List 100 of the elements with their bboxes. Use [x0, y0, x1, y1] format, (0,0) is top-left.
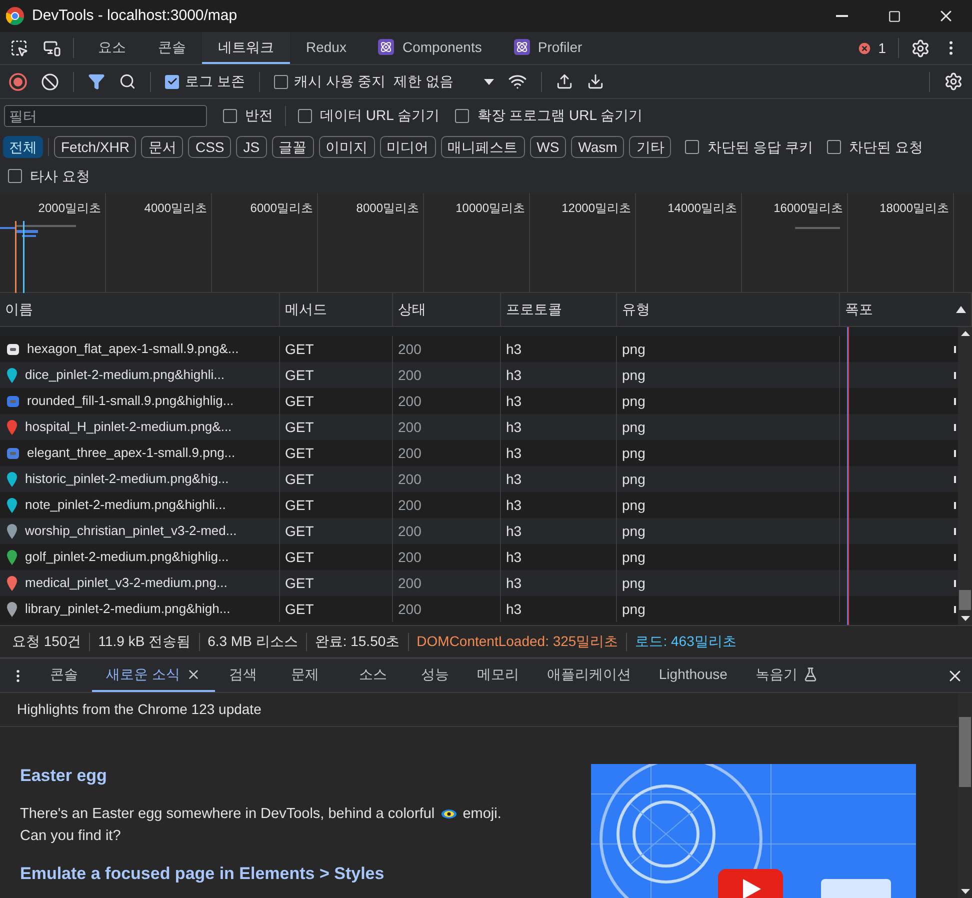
drawer-tab[interactable]: 콘솔 [36, 659, 92, 692]
table-cell-text: GET [285, 574, 314, 592]
panel-tab[interactable]: 요소 [82, 32, 142, 64]
inspect-element-icon[interactable] [9, 38, 29, 58]
type-filter-chip[interactable]: JS [236, 136, 267, 158]
checkbox[interactable] [827, 140, 842, 154]
scroll-down-icon[interactable] [960, 889, 970, 894]
checkbox[interactable] [223, 108, 237, 122]
table-cell-text: h3 [506, 548, 522, 566]
request-row[interactable]: historic_pinlet-2-medium.png&hig... GET 200 h3 png [0, 466, 958, 492]
record-icon[interactable] [9, 72, 27, 90]
checkbox[interactable] [455, 108, 470, 122]
column-header[interactable]: 메서드 [280, 293, 393, 326]
type-filter-chip[interactable]: WS [530, 136, 566, 158]
request-row[interactable]: golf_pinlet-2-medium.png&highlig... GET 200 h3 png [0, 544, 958, 570]
table-cell-text: png [622, 366, 646, 385]
request-row[interactable]: rounded_fill-1-small.9.png&highlig... GET 200 h3 png [0, 388, 958, 414]
column-header[interactable]: 유형 [617, 293, 840, 326]
paragraph-text: emoji. [462, 806, 502, 822]
scroll-up-icon[interactable] [960, 331, 970, 336]
drawer-tab[interactable]: 소스 [338, 659, 407, 692]
table-cell-text: h3 [506, 470, 522, 488]
request-row[interactable]: medical_pinlet_v3-2-medium.png... GET 200 h3 png [0, 570, 958, 596]
scrollbar-thumb[interactable] [959, 590, 971, 610]
type-filter-chip[interactable]: 전체 [3, 136, 43, 158]
upload-icon[interactable] [556, 73, 573, 90]
network-conditions-icon[interactable] [508, 72, 527, 91]
scroll-down-icon[interactable] [960, 616, 970, 621]
type-filter-chip[interactable]: 문서 [141, 136, 184, 158]
panel-tab[interactable]: Profiler [498, 32, 598, 64]
timeline-tick-label: 14000밀리초 [668, 200, 737, 215]
settings-icon[interactable] [944, 72, 963, 91]
type-filter-chip[interactable]: CSS [188, 136, 232, 158]
drawer-tab[interactable]: 녹음기 [741, 659, 832, 692]
drawer-tab[interactable]: 성능 [406, 659, 463, 692]
checkbox-label: 캐시 사용 중지 [294, 72, 386, 91]
type-filter-chip[interactable]: 기타 [629, 136, 672, 158]
panel-tab[interactable]: Components [362, 32, 498, 64]
scrollbar-thumb[interactable] [959, 717, 971, 787]
type-filter-chip[interactable]: Wasm [571, 136, 624, 158]
checkbox[interactable] [8, 169, 22, 183]
table-cell-text: h3 [506, 574, 522, 592]
type-filter-chip[interactable]: 글꼴 [272, 136, 314, 158]
atom-icon [378, 39, 394, 55]
search-icon[interactable] [119, 73, 136, 90]
table-cell-text: GET [285, 444, 314, 462]
table-cell-text: png [622, 392, 646, 411]
request-row[interactable]: library_pinlet-2-medium.png&high... GET 200 h3 png [0, 596, 958, 622]
type-filter-chip[interactable]: 미디어 [380, 136, 436, 158]
timeline-overview[interactable]: 2000밀리초 4000밀리초 6000밀리초 8000밀리초 10000밀리초 12000밀리초 14000밀리초 16000밀리초 18000밀리초 [0, 193, 972, 293]
column-header[interactable]: 프로토콜 [501, 293, 617, 326]
table-cell-text: historic_pinlet-2-medium.png&hig... [25, 470, 229, 488]
checkbox[interactable] [298, 108, 312, 122]
column-header[interactable]: 상태 [393, 293, 501, 326]
drawer-tab[interactable]: 문제 [270, 659, 339, 692]
scrollbar[interactable] [958, 327, 972, 625]
table-cell-text: worship_christian_pinlet_v3-2-med... [25, 522, 237, 540]
paragraph-text: Can you find it? [20, 828, 121, 844]
request-row[interactable]: note_pinlet-2-medium.png&highli... GET 200 h3 png [0, 492, 958, 518]
type-filter-chip[interactable]: 매니페스트 [440, 136, 525, 158]
column-header[interactable]: 이름 [0, 293, 280, 326]
checkbox[interactable] [685, 140, 700, 154]
checkbox-label: 차단된 요청 [849, 138, 923, 156]
clear-icon[interactable] [41, 72, 59, 90]
check-icon [166, 76, 178, 87]
request-row[interactable]: worship_christian_pinlet_v3-2-med... GET 200 h3 png [0, 518, 958, 544]
settings-icon[interactable] [911, 38, 930, 58]
caret-icon [484, 78, 494, 84]
table-cell-text: png [622, 444, 646, 463]
table-cell-text: GET [285, 340, 314, 358]
table-cell-text: medical_pinlet_v3-2-medium.png... [25, 574, 228, 592]
type-filter-chip[interactable]: Fetch/XHR [54, 136, 136, 158]
table-cell-text: 200 [398, 470, 422, 488]
status-text: DOMContentLoaded: 325밀리초 [416, 632, 620, 651]
panel-tab[interactable]: 콘솔 [142, 32, 202, 64]
drawer-tab[interactable]: Lighthouse [644, 659, 742, 692]
table-cell-text: 200 [398, 418, 422, 436]
timeline-tick-label: 18000밀리초 [880, 200, 949, 215]
throttling-dropdown[interactable]: 제한 없음 [394, 71, 494, 92]
column-header[interactable]: 폭포 [840, 293, 972, 326]
request-row[interactable]: hexagon_flat_apex-1-small.9.png&... GET 200 h3 png [0, 336, 958, 362]
filter-icon[interactable] [88, 73, 105, 90]
checkbox[interactable] [274, 74, 288, 88]
type-filter-chip[interactable]: 이미지 [318, 136, 375, 158]
request-row[interactable]: hospital_H_pinlet-2-medium.png&... GET 200 h3 png [0, 414, 958, 440]
panel-tab[interactable]: Redux [290, 32, 362, 64]
scrollbar[interactable] [958, 693, 972, 898]
panel-tab[interactable]: 네트워크 [202, 32, 290, 64]
filter-field[interactable]: 필터 [4, 104, 207, 126]
drawer-tab[interactable]: 메모리 [462, 659, 533, 692]
error-count[interactable]: 1 [878, 38, 886, 58]
download-icon[interactable] [586, 73, 604, 90]
request-row[interactable]: elegant_three_apex-1-small.9.png... GET 200 h3 png [0, 440, 958, 466]
status-text: 로드: 463밀리초 [634, 632, 738, 651]
checkbox[interactable] [165, 74, 179, 88]
drawer-tab[interactable]: 애플리케이션 [532, 659, 645, 692]
window-title: DevTools - localhost:3000/map [32, 6, 238, 26]
table-cell-text: GET [285, 470, 314, 488]
drawer-tab[interactable]: 검색 [214, 659, 271, 692]
request-row[interactable]: dice_pinlet-2-medium.png&highli... GET 200 h3 png [0, 362, 958, 388]
